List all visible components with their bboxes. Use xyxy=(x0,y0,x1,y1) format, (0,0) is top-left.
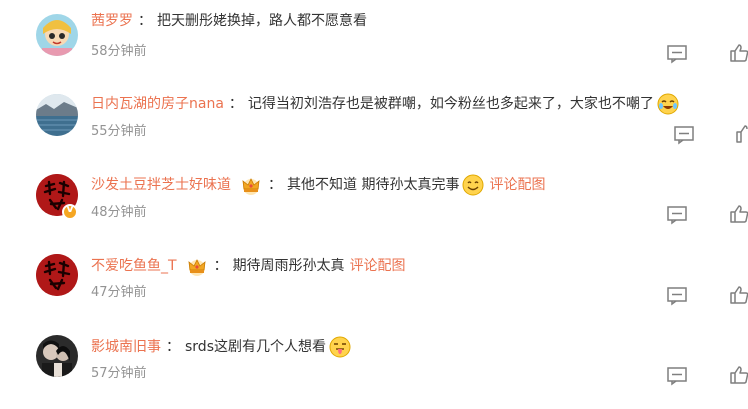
avatar[interactable] xyxy=(36,254,78,296)
timestamp: 48分钟前 xyxy=(91,205,147,220)
comment-text: 记得当初刘浩存也是被群嘲，如今粉丝也多起来了，大家也不嘲了 xyxy=(247,96,654,112)
separator: ： xyxy=(166,339,180,355)
separator: ： xyxy=(213,258,228,274)
comment-text: 把天删彤姥换掉，路人都不愿意看 xyxy=(157,13,367,29)
comment-item: 日内瓦湖的房子nana：记得当初刘浩存也是被群嘲，如今粉丝也多起来了，大家也不嘲… xyxy=(0,80,748,160)
username-link[interactable]: 日内瓦湖的房子nana xyxy=(91,96,224,112)
comment-line: 日内瓦湖的房子nana：记得当初刘浩存也是被群嘲，如今粉丝也多起来了，大家也不嘲… xyxy=(91,93,679,115)
tongue-out-emoji xyxy=(329,336,351,358)
avatar[interactable] xyxy=(36,94,78,136)
comment-line: 茜罗罗 ： 把天删彤姥换掉，路人都不愿意看 xyxy=(91,11,367,31)
separator: ： xyxy=(228,96,243,112)
separator: ： xyxy=(268,177,282,193)
comment-line: 影城南旧事 ： srds这剧有几个人想看 xyxy=(91,336,351,358)
like-icon[interactable] xyxy=(728,42,748,64)
crying-laughing-emoji xyxy=(657,93,679,115)
smile-emoji xyxy=(462,174,484,196)
verified-badge: V xyxy=(62,204,78,220)
timestamp: 58分钟前 xyxy=(91,44,147,59)
comment-item: 茜罗罗 ： 把天删彤姥换掉，路人都不愿意看 58分钟前 xyxy=(0,0,748,80)
reply-icon[interactable] xyxy=(666,203,688,225)
comment-text: 期待周雨彤孙太真 xyxy=(232,258,345,274)
comment-item: 不爱吃鱼鱼_T ：期待周雨彤孙太真 评论配图 47分钟前 xyxy=(0,240,748,320)
comment-text: srds这剧有几个人想看 xyxy=(185,339,326,355)
crown-badge-icon xyxy=(185,255,209,277)
comment-image-link[interactable]: 评论配图 xyxy=(350,258,406,274)
comment-line: 沙发土豆拌芝士好味道 ： 其他不知道 期待孙太真完事 评论配图 xyxy=(91,174,545,196)
comment-text: 其他不知道 期待孙太真完事 xyxy=(287,177,460,193)
timestamp: 47分钟前 xyxy=(91,285,147,300)
comment-line: 不爱吃鱼鱼_T ：期待周雨彤孙太真 评论配图 xyxy=(91,255,406,277)
like-icon[interactable] xyxy=(728,364,748,386)
like-icon[interactable] xyxy=(728,284,748,306)
reply-icon[interactable] xyxy=(673,123,695,145)
crown-badge-icon xyxy=(239,174,263,196)
username-link[interactable]: 沙发土豆拌芝士好味道 xyxy=(91,177,231,193)
username-link[interactable]: 不爱吃鱼鱼_T xyxy=(91,258,177,274)
username-link[interactable]: 影城南旧事 xyxy=(91,339,161,355)
timestamp: 57分钟前 xyxy=(91,366,147,381)
like-icon[interactable] xyxy=(734,123,748,145)
verified-badge-label: V xyxy=(66,204,74,215)
comment-image-link[interactable]: 评论配图 xyxy=(489,177,545,193)
reply-icon[interactable] xyxy=(666,42,688,64)
avatar[interactable] xyxy=(36,14,78,56)
comment-item: 影城南旧事 ： srds这剧有几个人想看 57分钟前 xyxy=(0,320,748,400)
timestamp: 55分钟前 xyxy=(91,124,147,139)
username-link[interactable]: 茜罗罗 xyxy=(91,13,133,29)
like-icon[interactable] xyxy=(728,203,748,225)
separator: ： xyxy=(138,13,152,29)
reply-icon[interactable] xyxy=(666,284,688,306)
avatar[interactable] xyxy=(36,335,78,377)
comment-item: V 沙发土豆拌芝士好味道 ： 其他不知道 期待孙太真完事 评论配图 48分钟前 xyxy=(0,160,748,240)
reply-icon[interactable] xyxy=(666,364,688,386)
